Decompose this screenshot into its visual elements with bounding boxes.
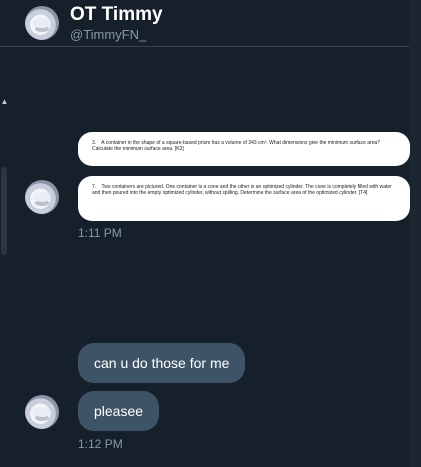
message-bubble[interactable]: pleasee: [78, 391, 160, 431]
header-avatar[interactable]: [25, 6, 59, 40]
card-2-question: Two containers are pictured. One contain…: [92, 184, 392, 196]
conversation-header: OT Timmy @TimmyFN_: [0, 0, 409, 47]
card-2-text: 7. Two containers are pictured. One cont…: [92, 184, 396, 196]
scroll-thumb[interactable]: [1, 167, 7, 255]
scroll-up-arrow-icon[interactable]: ▲: [0, 97, 9, 107]
message-bubble[interactable]: can u do those for me: [78, 343, 246, 383]
card-1-question: A container in the shape of a square-bas…: [92, 140, 381, 152]
contact-name[interactable]: OT Timmy: [70, 4, 163, 26]
left-scrollbar[interactable]: ▲: [0, 47, 9, 467]
right-scrollbar[interactable]: [409, 0, 421, 467]
contact-handle: @TimmyFN_: [70, 27, 147, 42]
sender-avatar[interactable]: [25, 180, 59, 214]
message-image-card-1[interactable]: 3. A container in the shape of a square-…: [78, 132, 410, 166]
card-1-text: 3. A container in the shape of a square-…: [92, 140, 396, 152]
message-image-card-2[interactable]: 7. Two containers are pictured. One cont…: [78, 176, 410, 221]
sender-avatar[interactable]: [25, 395, 59, 429]
timestamp: 1:12 PM: [78, 437, 123, 451]
timestamp: 1:11 PM: [78, 226, 122, 240]
